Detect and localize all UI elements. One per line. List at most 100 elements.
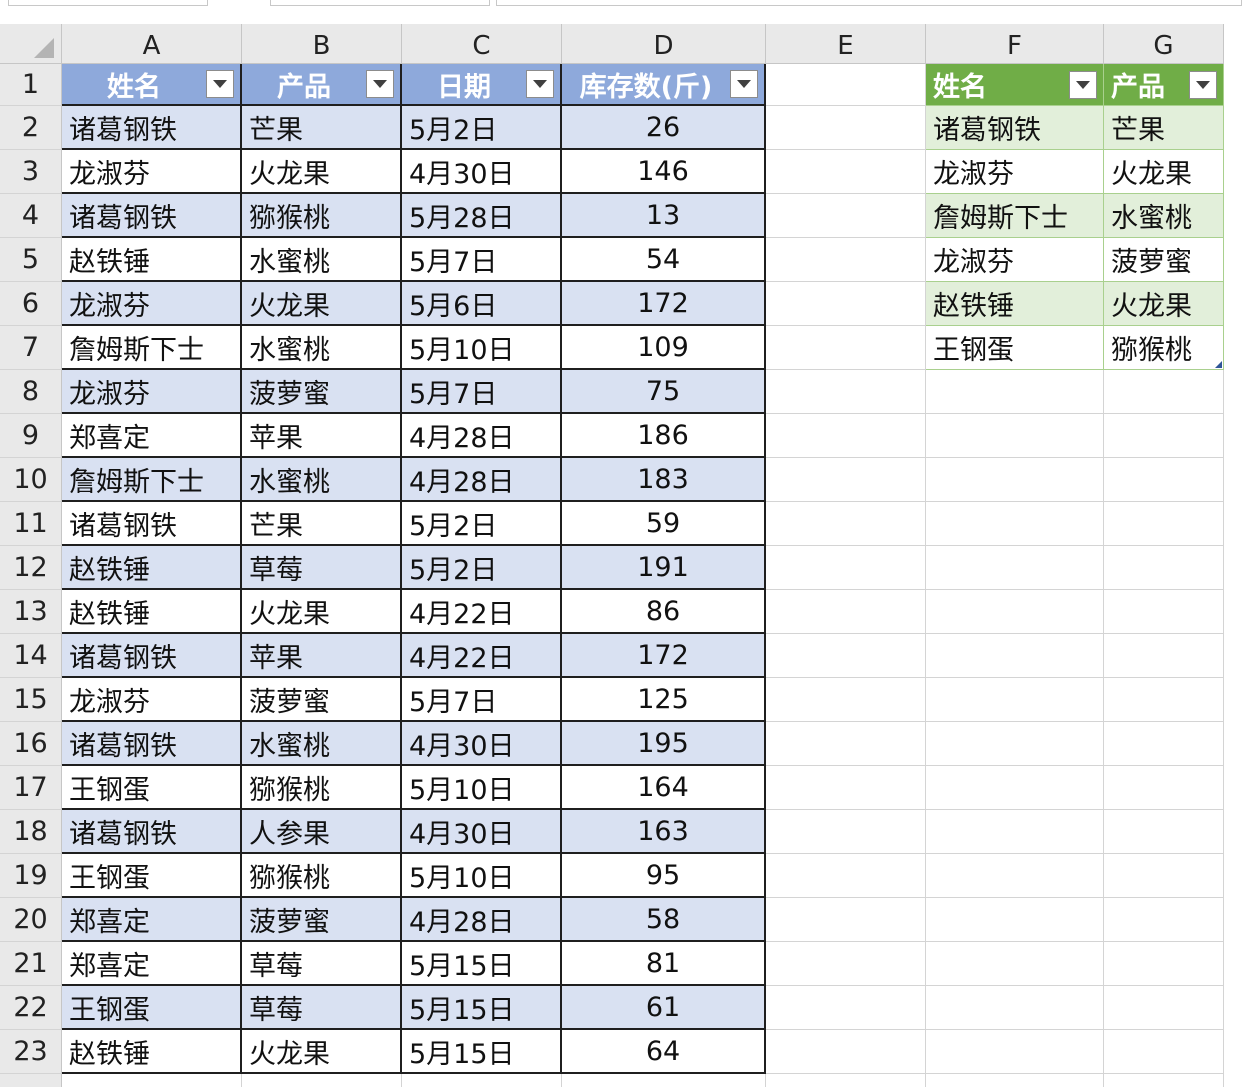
table1-cell[interactable]: 5月10日: [402, 326, 562, 370]
row-header[interactable]: 9: [0, 414, 62, 458]
empty-cell[interactable]: [766, 106, 926, 150]
empty-cell[interactable]: [926, 942, 1104, 986]
empty-cell[interactable]: [926, 810, 1104, 854]
empty-cell[interactable]: [926, 678, 1104, 722]
table1-cell[interactable]: 13: [562, 194, 766, 238]
empty-cell[interactable]: [1104, 986, 1224, 1030]
table1-cell[interactable]: 诸葛钢铁: [62, 194, 242, 238]
table1-cell[interactable]: 4月28日: [402, 458, 562, 502]
table2-cell[interactable]: 火龙果: [1104, 282, 1224, 326]
column-header-g[interactable]: G: [1104, 24, 1224, 64]
table1-cell[interactable]: 草莓: [242, 546, 402, 590]
table1-cell[interactable]: 苹果: [242, 634, 402, 678]
empty-cell[interactable]: [766, 502, 926, 546]
table1-cell[interactable]: 苹果: [242, 414, 402, 458]
table2-cell[interactable]: 赵铁锤: [926, 282, 1104, 326]
filter-dropdown-button[interactable]: [1069, 70, 1097, 99]
empty-cell[interactable]: [766, 370, 926, 414]
table2-cell[interactable]: 詹姆斯下士: [926, 194, 1104, 238]
empty-cell[interactable]: [402, 1074, 562, 1087]
row-header[interactable]: 7: [0, 326, 62, 370]
empty-cell[interactable]: [1104, 458, 1224, 502]
empty-cell[interactable]: [766, 766, 926, 810]
empty-cell[interactable]: [766, 986, 926, 1030]
column-header-b[interactable]: B: [242, 24, 402, 64]
table1-cell[interactable]: 5月2日: [402, 106, 562, 150]
table1-cell[interactable]: 164: [562, 766, 766, 810]
table1-cell[interactable]: 5月7日: [402, 678, 562, 722]
row-header[interactable]: 16: [0, 722, 62, 766]
table1-cell[interactable]: 诸葛钢铁: [62, 810, 242, 854]
table1-cell[interactable]: 4月30日: [402, 810, 562, 854]
empty-cell[interactable]: [766, 590, 926, 634]
table1-cell[interactable]: 詹姆斯下士: [62, 326, 242, 370]
table1-cell[interactable]: 4月22日: [402, 634, 562, 678]
empty-cell[interactable]: [1104, 898, 1224, 942]
empty-cell[interactable]: [62, 1074, 242, 1087]
table1-cell[interactable]: 172: [562, 282, 766, 326]
row-header[interactable]: 22: [0, 986, 62, 1030]
column-header-d[interactable]: D: [562, 24, 766, 64]
empty-cell[interactable]: [1104, 1074, 1224, 1087]
table1-cell[interactable]: 58: [562, 898, 766, 942]
empty-cell[interactable]: [926, 1030, 1104, 1074]
table1-cell[interactable]: 火龙果: [242, 282, 402, 326]
row-header[interactable]: 2: [0, 106, 62, 150]
row-header[interactable]: 20: [0, 898, 62, 942]
row-header[interactable]: 8: [0, 370, 62, 414]
empty-cell[interactable]: [1104, 1030, 1224, 1074]
select-all-button[interactable]: [0, 24, 62, 64]
empty-cell[interactable]: [766, 678, 926, 722]
row-header[interactable]: 13: [0, 590, 62, 634]
table1-cell[interactable]: 王钢蛋: [62, 766, 242, 810]
table1-cell[interactable]: 郑喜定: [62, 898, 242, 942]
table2-cell[interactable]: 火龙果: [1104, 150, 1224, 194]
table1-header-cell[interactable]: 库存数(斤): [562, 64, 766, 106]
empty-cell[interactable]: [766, 150, 926, 194]
empty-cell[interactable]: [766, 326, 926, 370]
row-header[interactable]: [0, 1074, 62, 1087]
table1-cell[interactable]: 王钢蛋: [62, 986, 242, 1030]
empty-cell[interactable]: [926, 590, 1104, 634]
empty-cell[interactable]: [926, 546, 1104, 590]
table1-cell[interactable]: 猕猴桃: [242, 194, 402, 238]
table1-cell[interactable]: 诸葛钢铁: [62, 722, 242, 766]
row-header[interactable]: 6: [0, 282, 62, 326]
row-header[interactable]: 21: [0, 942, 62, 986]
table1-cell[interactable]: 菠萝蜜: [242, 678, 402, 722]
filter-dropdown-button[interactable]: [366, 70, 394, 98]
column-header-a[interactable]: A: [62, 24, 242, 64]
empty-cell[interactable]: [926, 986, 1104, 1030]
table1-cell[interactable]: 郑喜定: [62, 942, 242, 986]
table1-cell[interactable]: 5月2日: [402, 546, 562, 590]
row-header[interactable]: 14: [0, 634, 62, 678]
empty-cell[interactable]: [926, 722, 1104, 766]
table1-cell[interactable]: 54: [562, 238, 766, 282]
filter-dropdown-button[interactable]: [526, 70, 554, 98]
empty-cell[interactable]: [766, 64, 926, 106]
table1-cell[interactable]: 郑喜定: [62, 414, 242, 458]
empty-cell[interactable]: [1104, 766, 1224, 810]
row-header[interactable]: 10: [0, 458, 62, 502]
empty-cell[interactable]: [926, 458, 1104, 502]
table1-cell[interactable]: 61: [562, 986, 766, 1030]
table1-cell[interactable]: 191: [562, 546, 766, 590]
empty-cell[interactable]: [1104, 414, 1224, 458]
table1-cell[interactable]: 5月6日: [402, 282, 562, 326]
filter-dropdown-button[interactable]: [730, 70, 758, 98]
table1-cell[interactable]: 诸葛钢铁: [62, 502, 242, 546]
row-header[interactable]: 17: [0, 766, 62, 810]
empty-cell[interactable]: [1104, 722, 1224, 766]
table1-cell[interactable]: 5月7日: [402, 370, 562, 414]
table1-cell[interactable]: 赵铁锤: [62, 1030, 242, 1074]
empty-cell[interactable]: [926, 502, 1104, 546]
empty-cell[interactable]: [1104, 590, 1224, 634]
table1-cell[interactable]: 4月30日: [402, 150, 562, 194]
worksheet-grid[interactable]: A B C D E F G 1 2 3 4 5 6 7 8 9 10 11 12 13 14 15 16 17 18 19 20 21…: [0, 24, 1242, 1087]
row-header[interactable]: 11: [0, 502, 62, 546]
row-header[interactable]: 4: [0, 194, 62, 238]
table1-cell[interactable]: 4月28日: [402, 898, 562, 942]
empty-cell[interactable]: [766, 546, 926, 590]
table1-cell[interactable]: 赵铁锤: [62, 238, 242, 282]
empty-cell[interactable]: [926, 854, 1104, 898]
